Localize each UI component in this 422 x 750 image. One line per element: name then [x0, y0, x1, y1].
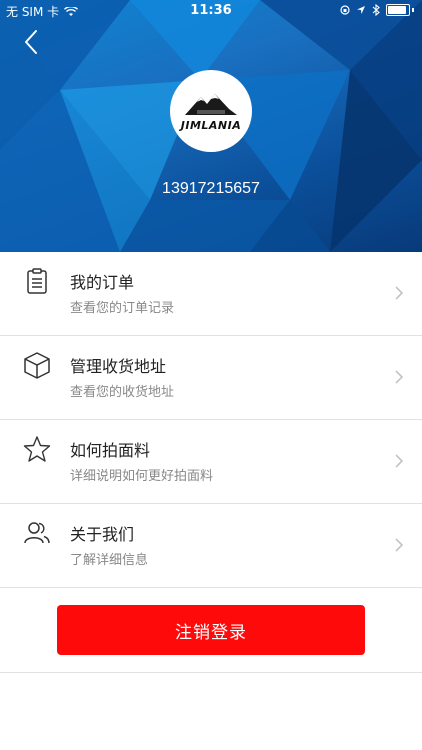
chevron-right-icon — [395, 538, 404, 552]
menu-item-photo-guide[interactable]: 如何拍面料 详细说明如何更好拍面料 — [0, 420, 422, 504]
back-button[interactable] — [20, 28, 44, 56]
menu-item-address[interactable]: 管理收货地址 查看您的收货地址 — [0, 336, 422, 420]
phone-number: 13917215657 — [162, 180, 260, 197]
bluetooth-icon — [372, 4, 380, 16]
chevron-right-icon — [395, 370, 404, 384]
menu-item-subtitle: 查看您的订单记录 — [70, 300, 175, 315]
orientation-lock-icon — [340, 5, 350, 15]
menu-item-title: 如何拍面料 — [70, 443, 151, 460]
chevron-right-icon — [395, 286, 404, 300]
menu-item-title: 关于我们 — [70, 527, 135, 544]
menu-item-title: 我的订单 — [70, 275, 135, 292]
star-icon — [23, 436, 51, 462]
menu-list: 我的订单 查看您的订单记录 管理收货地址 查看您的收货地址 如何拍面料 详细说明… — [0, 252, 422, 588]
battery-tip — [412, 8, 414, 12]
status-bar: 无 SIM 卡 11:36 — [0, 0, 422, 22]
avatar[interactable]: JIMLANIA — [170, 70, 252, 152]
box-icon — [24, 352, 50, 379]
menu-item-subtitle: 查看您的收货地址 — [70, 384, 175, 399]
clipboard-icon — [27, 268, 47, 294]
logout-section: 注销登录 — [0, 588, 422, 673]
location-icon — [357, 6, 365, 14]
menu-item-title: 管理收货地址 — [70, 359, 167, 376]
battery-icon — [386, 4, 410, 16]
chevron-right-icon — [395, 454, 404, 468]
status-right — [340, 4, 414, 16]
mountain-logo-icon — [185, 93, 237, 115]
menu-item-about[interactable]: 关于我们 了解详细信息 — [0, 504, 422, 588]
users-icon — [24, 522, 50, 544]
profile-header: 无 SIM 卡 11:36 JIMLANIA 13917215657 — [0, 0, 422, 252]
logo-text: JIMLANIA — [180, 118, 242, 132]
menu-item-subtitle: 了解详细信息 — [70, 552, 149, 567]
menu-item-orders[interactable]: 我的订单 查看您的订单记录 — [0, 252, 422, 336]
logout-button[interactable]: 注销登录 — [57, 605, 365, 655]
menu-item-subtitle: 详细说明如何更好拍面料 — [70, 468, 214, 483]
